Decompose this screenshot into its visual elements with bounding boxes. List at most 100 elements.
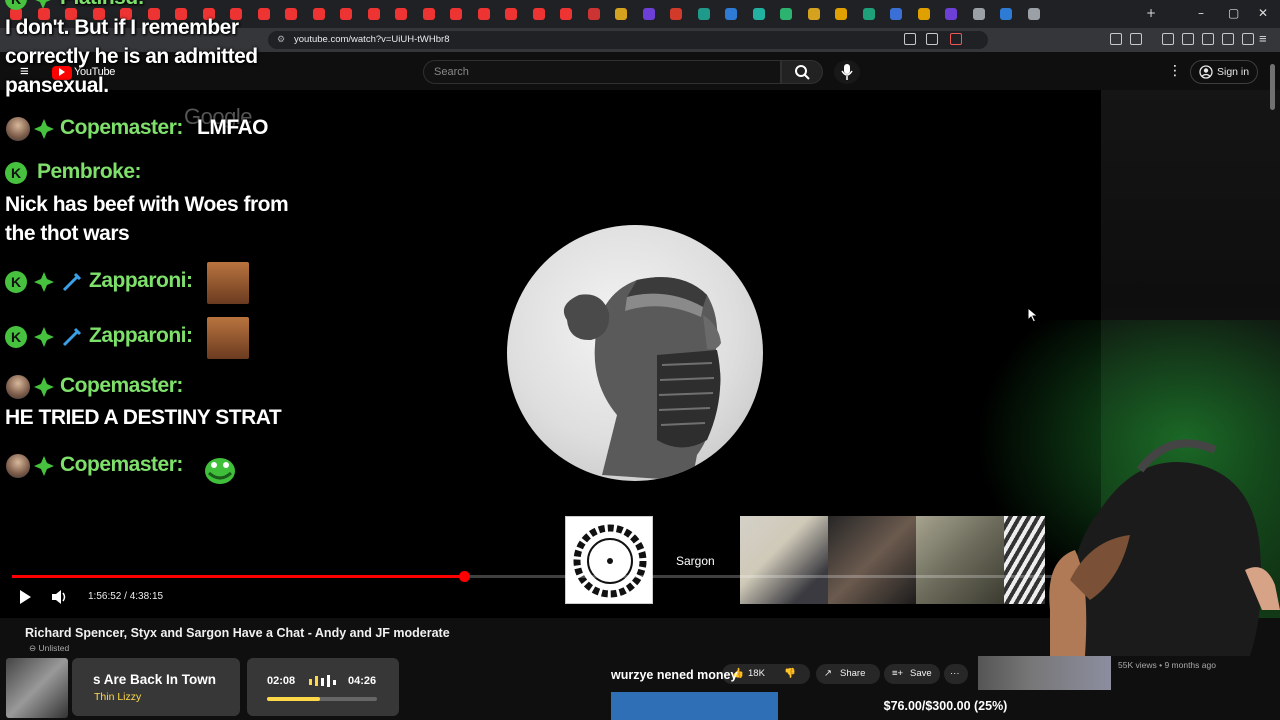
browser-tab-favicon[interactable] bbox=[917, 8, 930, 20]
ouroboros-icon bbox=[573, 524, 647, 598]
browser-tab-favicon[interactable] bbox=[670, 8, 682, 20]
minimize-icon[interactable]: – bbox=[1198, 6, 1204, 20]
music-progress-fill bbox=[267, 697, 320, 701]
green-plus-badge-icon bbox=[34, 377, 54, 397]
browser-tab-favicon[interactable] bbox=[862, 8, 875, 20]
browser-tab-favicon[interactable] bbox=[367, 8, 380, 20]
k-badge-icon: K bbox=[5, 162, 27, 184]
save-label: Save bbox=[910, 668, 932, 679]
new-tab-icon[interactable]: + bbox=[1146, 6, 1156, 20]
album-art-image bbox=[6, 658, 68, 718]
browser-tab-favicon[interactable] bbox=[725, 8, 737, 20]
stream-marquee-text: wurzye nened money bbox=[611, 668, 738, 682]
search-input[interactable]: Search bbox=[423, 60, 781, 84]
browser-tab-favicon[interactable] bbox=[615, 8, 627, 20]
search-icon bbox=[795, 65, 810, 80]
participant-label: Sargon bbox=[676, 554, 715, 568]
save-button[interactable]: ≡+ Save bbox=[884, 664, 940, 684]
browser-tab-favicon[interactable] bbox=[807, 8, 820, 20]
chat-message: Nick has beef with Woes from bbox=[5, 193, 289, 216]
green-plus-badge-icon bbox=[34, 327, 54, 347]
wallet-icon[interactable] bbox=[1202, 33, 1214, 45]
chat-message: LMFAO bbox=[197, 116, 269, 139]
browser-tab-favicon[interactable] bbox=[395, 8, 407, 20]
voice-search-button[interactable] bbox=[834, 60, 860, 84]
browser-tab-favicon[interactable] bbox=[477, 8, 490, 20]
menu-icon[interactable]: ≡ bbox=[1259, 31, 1267, 46]
browser-tab-favicon[interactable] bbox=[505, 8, 517, 20]
sargon-portrait-image bbox=[507, 225, 763, 481]
volume-icon[interactable] bbox=[51, 589, 69, 605]
browser-tab-favicon[interactable] bbox=[890, 8, 902, 20]
green-plus-badge-icon bbox=[34, 456, 54, 476]
browser-tab-favicon[interactable] bbox=[340, 8, 352, 20]
related-video-meta: 55K views • 9 months ago bbox=[1118, 660, 1216, 670]
thumbs-down-icon[interactable]: 👎 bbox=[784, 668, 796, 679]
more-options-icon[interactable]: ⋮ bbox=[1168, 63, 1182, 79]
chat-username: Zapparoni: bbox=[89, 324, 193, 347]
ouroboros-thumbnail bbox=[565, 516, 653, 604]
account-icon bbox=[1199, 65, 1213, 79]
k-badge-icon: K bbox=[5, 271, 27, 293]
browser-tab-favicon[interactable] bbox=[835, 8, 847, 20]
equalizer-icon bbox=[309, 675, 336, 687]
video-time-display: 1:56:52 / 4:38:15 bbox=[88, 591, 164, 602]
green-plus-badge-icon bbox=[34, 272, 54, 292]
extension-icon[interactable] bbox=[1130, 33, 1142, 45]
sidebar-icon[interactable] bbox=[1182, 33, 1194, 45]
song-artist: Thin Lizzy bbox=[94, 691, 142, 703]
browser-tab-favicon[interactable] bbox=[587, 8, 600, 20]
chat-message: HE TRIED A DESTINY STRAT bbox=[5, 406, 282, 429]
laughing-emote-icon bbox=[207, 317, 249, 359]
maximize-icon[interactable]: ▢ bbox=[1228, 6, 1239, 20]
url-field[interactable]: ⚙ youtube.com/watch?v=UiUH-tWHbr8 bbox=[268, 31, 988, 49]
chat-message: correctly he is an admitted bbox=[5, 45, 258, 68]
chat-username: Platinsd: bbox=[60, 0, 145, 10]
browser-tab-favicon[interactable] bbox=[1000, 8, 1012, 20]
search-button[interactable] bbox=[781, 60, 823, 84]
share-page-icon[interactable] bbox=[926, 33, 938, 45]
chat-message: the thot wars bbox=[5, 222, 130, 245]
more-actions-button[interactable]: ··· bbox=[944, 664, 968, 684]
close-window-icon[interactable]: ✕ bbox=[1258, 6, 1268, 20]
browser-tab-favicon[interactable] bbox=[532, 8, 545, 20]
chat-avatar bbox=[6, 375, 30, 399]
browser-tab-favicon[interactable] bbox=[697, 8, 710, 20]
play-icon[interactable] bbox=[17, 589, 33, 605]
media-icon[interactable] bbox=[1162, 33, 1174, 45]
cast-icon[interactable] bbox=[904, 33, 916, 45]
more-horizontal-icon: ··· bbox=[950, 668, 960, 679]
now-playing-card bbox=[72, 658, 240, 716]
browser-tab-favicon[interactable] bbox=[945, 8, 957, 20]
browser-tab-favicon[interactable] bbox=[752, 8, 765, 20]
donation-goal-text: $76.00/$300.00 (25%) bbox=[883, 699, 1008, 713]
browser-tab-favicon[interactable] bbox=[450, 8, 462, 20]
participant-camera-1 bbox=[740, 516, 828, 604]
vpn-icon[interactable] bbox=[1242, 33, 1254, 45]
chat-username: Copemaster: bbox=[60, 374, 183, 397]
sign-in-button[interactable]: Sign in bbox=[1190, 60, 1258, 84]
brave-shield-icon[interactable] bbox=[950, 33, 962, 45]
share-button[interactable]: ↗ Share bbox=[816, 664, 880, 684]
sword-badge-icon bbox=[62, 272, 82, 292]
like-count: 18K bbox=[748, 668, 765, 679]
browser-tab-favicon[interactable] bbox=[972, 8, 985, 20]
extension-icon[interactable] bbox=[1110, 33, 1122, 45]
video-title: Richard Spencer, Styx and Sargon Have a … bbox=[25, 626, 450, 640]
leo-icon[interactable] bbox=[1222, 33, 1234, 45]
chat-message: pansexual. bbox=[5, 74, 109, 97]
page-scrollbar[interactable] bbox=[1268, 60, 1276, 680]
browser-tab-favicon[interactable] bbox=[422, 8, 435, 20]
chat-avatar bbox=[6, 454, 30, 478]
chat-username: Zapparoni: bbox=[89, 269, 193, 292]
browser-tab-favicon[interactable] bbox=[560, 8, 572, 20]
browser-tab-favicon[interactable] bbox=[780, 8, 792, 20]
stream-chat-overlay: K Platinsd: I don't. But if I remember c… bbox=[0, 0, 320, 500]
streamer-webcam bbox=[1030, 410, 1280, 656]
related-video-thumbnail[interactable] bbox=[978, 656, 1111, 690]
browser-tab-favicon[interactable] bbox=[642, 8, 655, 20]
share-icon: ↗ bbox=[824, 668, 832, 679]
screen: + – ▢ ✕ ⚙ youtube.com/watch?v=UiUH-tWHbr… bbox=[0, 0, 1280, 720]
browser-tab-favicon[interactable] bbox=[1027, 8, 1040, 20]
scrollbar-thumb[interactable] bbox=[1270, 64, 1275, 110]
